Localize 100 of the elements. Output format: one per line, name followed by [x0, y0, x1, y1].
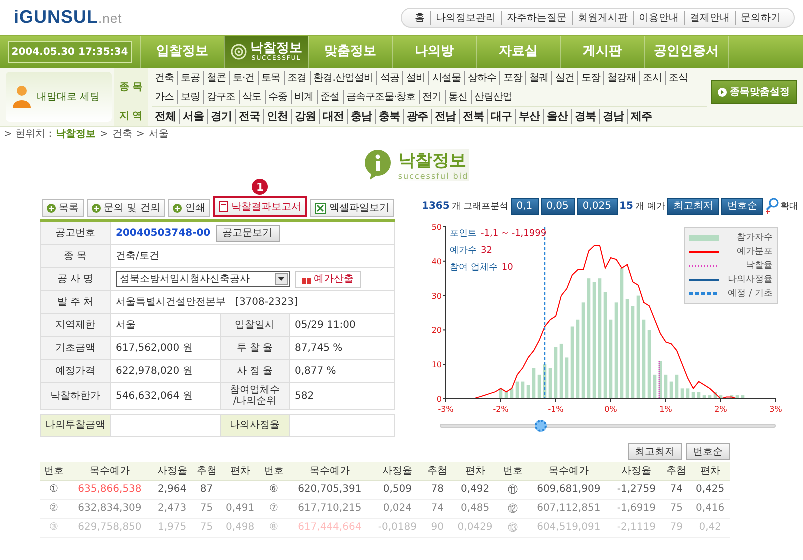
- breadcrumb-separator: >: [100, 128, 108, 140]
- filter-link[interactable]: 조시: [638, 70, 665, 84]
- filter-link[interactable]: 포장: [499, 70, 526, 84]
- interval-button[interactable]: 0,05: [540, 198, 575, 214]
- plus-icon: [47, 204, 56, 212]
- filter-link[interactable]: 토·건: [229, 70, 258, 84]
- filter-link[interactable]: 상하수: [464, 70, 500, 84]
- filter-link[interactable]: 대전: [319, 109, 347, 124]
- filter-link[interactable]: 전북: [459, 109, 487, 124]
- interval-button[interactable]: 0,1: [510, 198, 539, 214]
- field-value: 87,745 %: [294, 342, 344, 356]
- top-link[interactable]: 이용안내: [633, 10, 684, 24]
- action-button[interactable]: 문의 및 건의: [87, 199, 166, 217]
- sort-button[interactable]: 번호순: [686, 443, 730, 460]
- filter-link[interactable]: 통신: [444, 90, 471, 104]
- logo[interactable]: iGUNSUL.net: [14, 7, 122, 28]
- filter-link[interactable]: 가스: [152, 90, 177, 104]
- filter-link[interactable]: 전체: [152, 109, 179, 124]
- filter-link[interactable]: 비계: [290, 90, 316, 104]
- filter-link[interactable]: 부산: [515, 109, 543, 124]
- filter-link[interactable]: 준설: [316, 90, 342, 104]
- legend-label: 나의사정율: [728, 274, 773, 286]
- column-header: 편차: [452, 462, 499, 480]
- filter-link[interactable]: 석공: [376, 70, 402, 84]
- filter-link[interactable]: 울산: [543, 109, 571, 124]
- table-cell: ⑦: [260, 499, 288, 518]
- table-cell: -2,1119: [610, 518, 663, 537]
- slider-thumb[interactable]: [535, 420, 548, 432]
- filter-link[interactable]: 강원: [291, 109, 319, 124]
- chart-info: 포인트 -1,1 ~ -1,1999: [450, 228, 547, 240]
- histogram-bar: [730, 396, 734, 399]
- top-link[interactable]: 문의하기: [735, 10, 786, 24]
- view-notice-button[interactable]: 공고문보기: [216, 224, 280, 242]
- filter-link[interactable]: 설비: [402, 70, 428, 84]
- filter-link[interactable]: 경남: [599, 109, 627, 124]
- project-select[interactable]: 성북소방서임시청사신축공사: [116, 271, 290, 287]
- filter-link[interactable]: 전국: [235, 109, 263, 124]
- filter-link[interactable]: 산림산업: [470, 90, 516, 104]
- filter-link[interactable]: 경기: [207, 109, 235, 124]
- breadcrumb-separator: >: [136, 128, 145, 140]
- breadcrumb-link[interactable]: 건축: [112, 127, 132, 141]
- field-label: 투 찰 율: [220, 337, 290, 359]
- action-button[interactable]: 인쇄: [168, 199, 210, 217]
- top-link[interactable]: 회원게시판: [572, 10, 633, 24]
- filter-link[interactable]: 건축: [152, 70, 177, 84]
- breadcrumb-link[interactable]: 낙찰정보: [56, 127, 96, 141]
- action-button[interactable]: 엑셀파일보기: [310, 199, 394, 217]
- filter-link[interactable]: 철강재: [603, 70, 639, 84]
- filter-link[interactable]: 광주: [403, 109, 431, 124]
- filter-link[interactable]: 토목: [258, 70, 284, 84]
- estimate-button[interactable]: 예가산출: [295, 270, 361, 288]
- column-header: 추첨: [662, 462, 691, 480]
- filter-link[interactable]: 제주: [627, 109, 655, 124]
- filter-link[interactable]: 토공: [177, 70, 203, 84]
- table-cell: 609,681,909: [527, 480, 611, 499]
- zoom-link[interactable]: 확대: [765, 198, 798, 214]
- filter-link[interactable]: 전남: [431, 109, 459, 124]
- filter-link[interactable]: 대구: [487, 109, 515, 124]
- magnifier-icon: [765, 198, 780, 214]
- filter-link[interactable]: 강구조: [203, 90, 238, 104]
- table-cell: 74: [662, 480, 691, 499]
- filter-link[interactable]: 인천: [263, 109, 291, 124]
- sort-button[interactable]: 최고최저: [628, 443, 682, 460]
- user-setting-link[interactable]: 내맘대로 세팅: [6, 72, 112, 122]
- filter-link[interactable]: 조식: [664, 70, 691, 84]
- breadcrumb-link[interactable]: 서울: [148, 127, 169, 141]
- action-button[interactable]: 목록: [42, 199, 84, 217]
- filter-link[interactable]: 도장: [577, 70, 604, 84]
- filter-link[interactable]: 경북: [571, 109, 599, 124]
- filter-link[interactable]: 보링: [177, 90, 203, 104]
- filter-link[interactable]: 수중: [264, 90, 290, 104]
- page-title: 낙찰정보: [398, 150, 468, 172]
- top-link[interactable]: 홈: [410, 10, 430, 24]
- interval-button[interactable]: 0,025: [576, 198, 618, 214]
- filter-link[interactable]: 환경.산업설비: [310, 70, 376, 84]
- top-link[interactable]: 나의정보관리: [430, 10, 501, 24]
- filter-link[interactable]: 실건: [551, 70, 578, 84]
- top-link[interactable]: 자주하는질문: [501, 10, 572, 24]
- histogram-bar: [548, 368, 552, 399]
- histogram-bar: [510, 388, 514, 399]
- sort-button[interactable]: 번호순: [721, 198, 764, 214]
- table-cell: ⑬: [498, 518, 527, 537]
- filter-link[interactable]: 금속구조물·창호: [342, 90, 419, 104]
- top-link[interactable]: 결제안내: [684, 10, 735, 24]
- filter-link[interactable]: 충남: [347, 109, 375, 124]
- filter-link[interactable]: 서울: [179, 109, 207, 124]
- axis-label: 0: [436, 395, 442, 404]
- field-value: 546,632,064 원: [115, 390, 194, 404]
- filter-link[interactable]: 철궤: [525, 70, 552, 84]
- filter-link[interactable]: 시설물: [428, 70, 464, 84]
- histogram-bar: [648, 330, 652, 399]
- filter-link[interactable]: 조경: [284, 70, 310, 84]
- notice-number-link[interactable]: 20040503748-00: [116, 228, 211, 238]
- sort-button[interactable]: 최고최저: [667, 198, 720, 214]
- field-value: 서울특별시건설안전본부 [3708-2323]: [116, 296, 298, 309]
- filter-link[interactable]: 전기: [418, 90, 445, 104]
- filter-link[interactable]: 삭도: [238, 90, 264, 104]
- histogram-bar: [499, 388, 503, 399]
- filter-link[interactable]: 충북: [375, 109, 403, 124]
- filter-link[interactable]: 철콘: [203, 70, 229, 84]
